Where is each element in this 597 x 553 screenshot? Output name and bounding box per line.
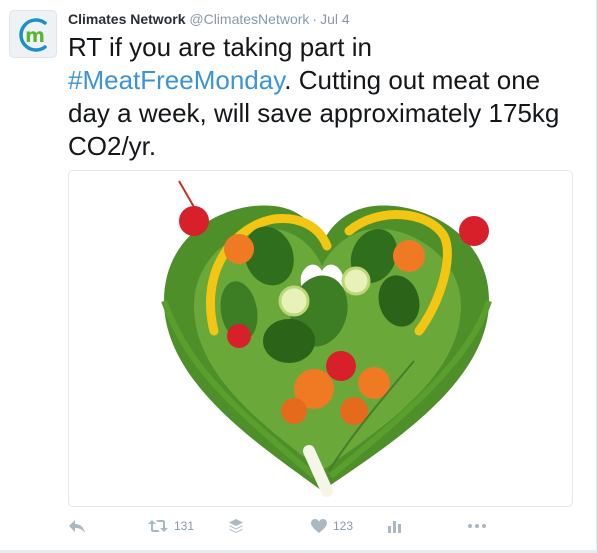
separator: ·: [312, 11, 318, 27]
heart-icon: [311, 519, 327, 533]
analytics-button[interactable]: [388, 514, 402, 538]
retweet-button[interactable]: 131: [148, 514, 194, 538]
tweet-text: RT if you are taking part in #MeatFreeMo…: [68, 31, 568, 163]
retweet-count: 131: [174, 519, 195, 533]
like-count: 123: [333, 519, 354, 533]
retweet-icon: [148, 520, 168, 532]
vegetable-heart-image-icon: [161, 180, 492, 497]
layers-icon: [229, 519, 243, 533]
author-name[interactable]: Climates Network: [68, 11, 185, 27]
tweet-card[interactable]: m Climates Network @ClimatesNetwork · Jul …: [0, 0, 597, 553]
svg-text:m: m: [25, 25, 45, 47]
author-handle[interactable]: @ClimatesNetwork: [189, 11, 309, 27]
hashtag-link[interactable]: #MeatFreeMonday: [68, 65, 284, 95]
climates-network-logo-icon: m: [19, 18, 47, 52]
analytics-icon: [388, 521, 401, 533]
tweet-header: Climates Network @ClimatesNetwork · Jul 4: [68, 11, 350, 27]
avatar[interactable]: m: [9, 10, 57, 58]
like-button[interactable]: 123: [311, 514, 353, 538]
tweet-actions: 131 123: [68, 514, 568, 538]
tweet-text-start: RT if you are taking part in: [68, 32, 372, 62]
timestamp[interactable]: Jul 4: [320, 11, 350, 27]
reply-icon: [69, 520, 85, 533]
more-button[interactable]: [467, 514, 487, 538]
reply-button[interactable]: [68, 514, 86, 538]
add-to-collection-button[interactable]: [228, 514, 244, 538]
tweet-media-image[interactable]: [68, 170, 573, 507]
more-dots-icon: [468, 524, 486, 528]
